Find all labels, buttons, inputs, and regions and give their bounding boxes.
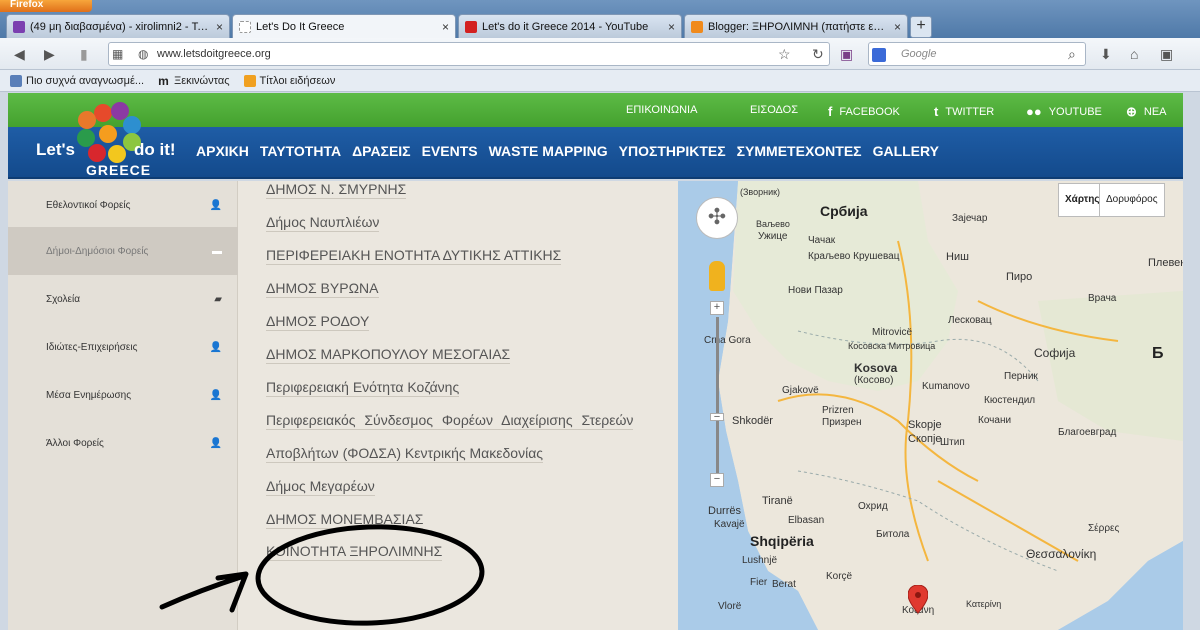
annotation-circle	[255, 524, 485, 626]
handdrawn-annotation	[159, 524, 485, 626]
annotation-arrow	[159, 571, 249, 613]
